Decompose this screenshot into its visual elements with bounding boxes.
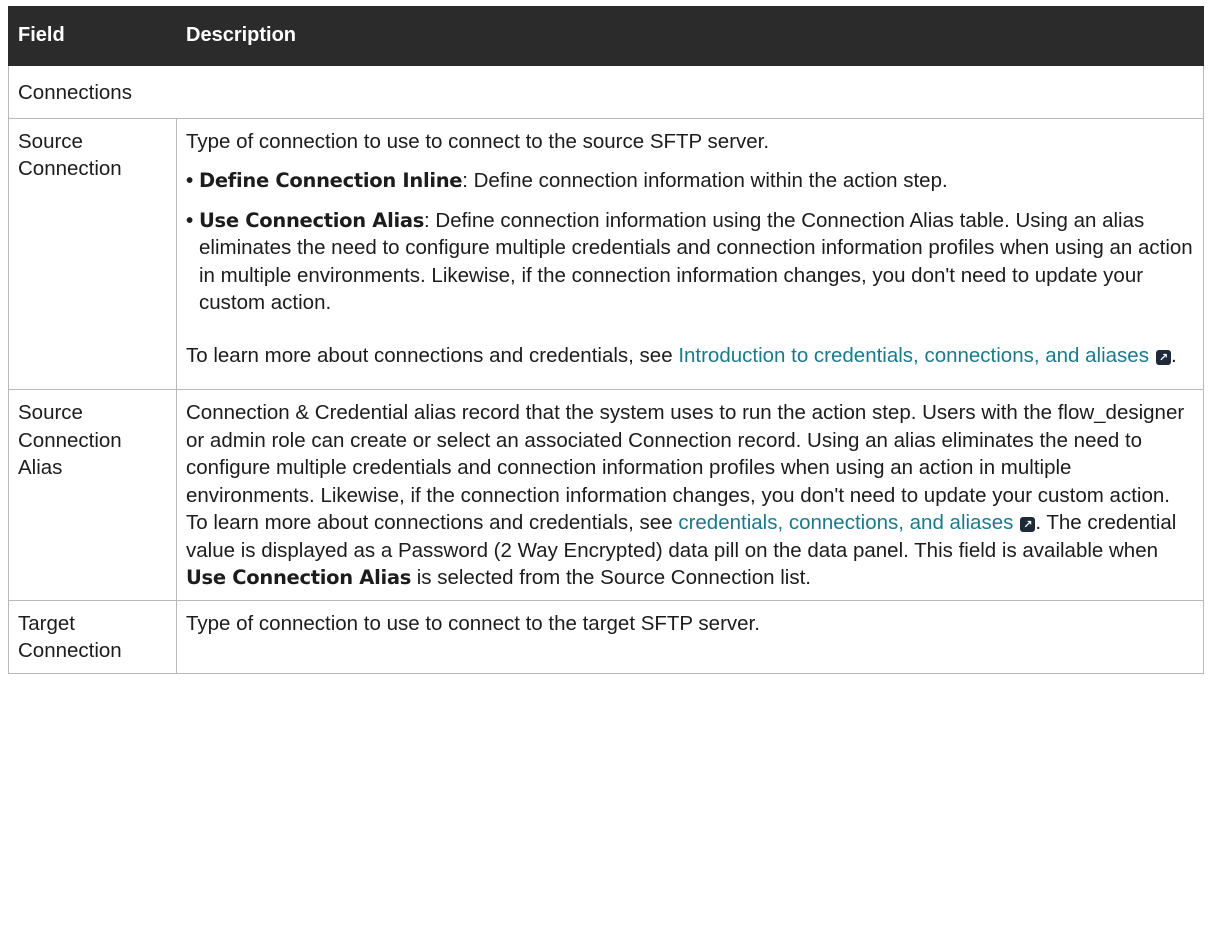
credentials-link-label[interactable]: credentials, connections, and aliases — [678, 511, 1013, 534]
field-cell-target-connection: Target Connection — [8, 599, 177, 674]
section-title: Connections — [8, 65, 1204, 119]
section-row-connections: Connections — [8, 65, 1204, 119]
learn-more-suffix: . — [1170, 343, 1177, 367]
field-cell-source-connection: Source Connection — [8, 117, 177, 390]
table-row-source-connection-alias: Source Connection Alias Connection & Cre… — [8, 389, 1204, 601]
term-define-connection-inline: Define Connection Inline — [199, 169, 463, 192]
table-header-row: Field Description — [8, 6, 1204, 66]
list-item-define-inline: • Define Connection Inline: Define connec… — [186, 167, 1194, 195]
target-connection-intro: Type of connection to use to connect to … — [186, 611, 760, 635]
description-cell-target-connection: Type of connection to use to connect to … — [176, 599, 1204, 674]
field-description-table: Field Description Connections Source Con… — [8, 6, 1204, 674]
bullet-icon: • — [186, 208, 194, 232]
credentials-connections-aliases-link[interactable]: credentials, connections, and aliases ↗ — [678, 511, 1036, 534]
bullet-icon: • — [186, 169, 194, 192]
header-description: Description — [176, 6, 1204, 66]
alias-text-part-3: is selected from the Source Connection l… — [411, 566, 811, 589]
table-row-target-connection: Target Connection Type of connection to … — [8, 599, 1204, 674]
list-item-text: : Define connection information within t… — [462, 169, 948, 192]
term-use-connection-alias: Use Connection Alias — [199, 208, 425, 232]
field-cell-source-connection-alias: Source Connection Alias — [8, 389, 177, 601]
table-row-source-connection: Source Connection Type of connection to … — [8, 117, 1204, 390]
option-list: • Define Connection Inline: Define connec… — [186, 167, 1194, 317]
term-use-connection-alias-inline: Use Connection Alias — [186, 566, 412, 589]
header-field: Field — [8, 6, 177, 66]
list-item-use-alias: • Use Connection Alias: Define connection… — [186, 207, 1194, 317]
external-link-icon[interactable]: ↗ — [1020, 517, 1036, 532]
introduction-credentials-link-label[interactable]: Introduction to credentials, connections… — [678, 344, 1149, 367]
learn-more-paragraph: To learn more about connections and cred… — [186, 342, 1194, 370]
description-cell-source-connection: Type of connection to use to connect to … — [176, 117, 1204, 390]
introduction-credentials-link[interactable]: Introduction to credentials, connections… — [678, 344, 1171, 367]
alias-description: Connection & Credential alias record tha… — [186, 399, 1194, 592]
description-intro: Type of connection to use to connect to … — [186, 129, 770, 153]
learn-more-prefix: To learn more about connections and cred… — [186, 343, 679, 367]
external-link-icon[interactable]: ↗ — [1155, 349, 1171, 365]
description-cell-source-connection-alias: Connection & Credential alias record tha… — [176, 389, 1204, 601]
